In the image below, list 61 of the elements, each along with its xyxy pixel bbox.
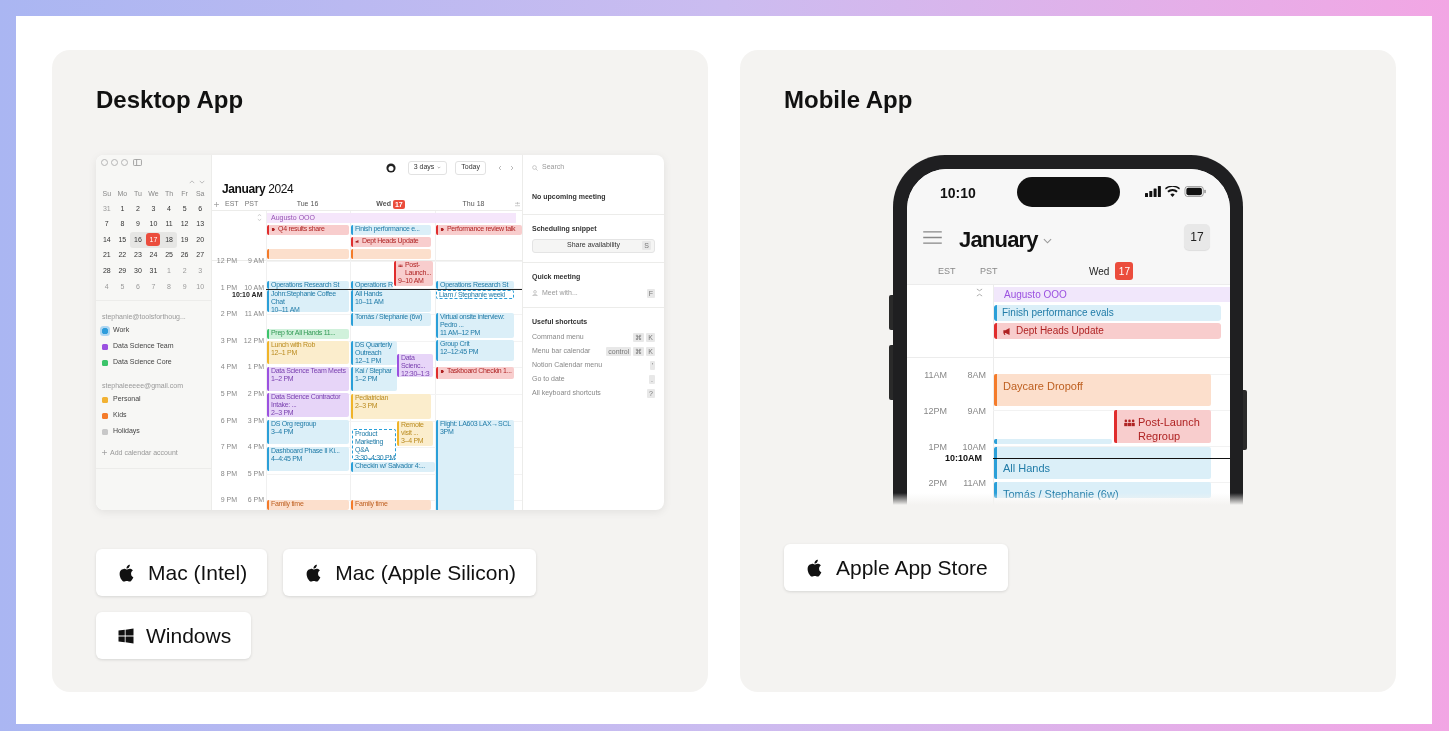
collapse-icon [976, 288, 983, 297]
avatar-icon [385, 162, 396, 173]
month-title[interactable]: January [959, 223, 1038, 256]
time-label: 11AM [962, 478, 986, 488]
event-title: Finish performance evals [1001, 306, 1114, 320]
collapse-icon [257, 214, 262, 221]
year-title: 2024 [268, 181, 294, 198]
sidebar-toggle-icon [133, 159, 142, 166]
timezone-label: EST [938, 265, 956, 278]
caret-icon [1042, 238, 1052, 244]
download-button[interactable]: Mac (Intel) [96, 549, 268, 596]
event-title: Post-Launch Regroup [1123, 415, 1205, 443]
event-title: Dept Heads Update [997, 323, 1104, 339]
megaphone-icon [355, 238, 360, 244]
card-title: Desktop App [96, 88, 245, 112]
plus-icon [214, 201, 219, 207]
calendar-color-square[interactable] [102, 343, 108, 350]
tag-icon [440, 368, 445, 374]
signal-icon [1145, 186, 1161, 197]
wifi-icon [1165, 186, 1180, 197]
time-label: 12PM [922, 406, 947, 416]
chevron-up-icon [189, 180, 195, 184]
people-icon [398, 262, 403, 268]
time-label: 1PM [927, 442, 947, 452]
event-title: Daycare Dropoff [1003, 379, 1083, 393]
chevron-down-icon [199, 180, 205, 184]
next-icon [510, 164, 514, 171]
time-label: 9AM [966, 406, 986, 416]
time-label: 2PM [927, 478, 947, 488]
today-button[interactable]: 17 [1184, 224, 1210, 250]
plus-icon [102, 450, 107, 456]
menu-icon [923, 231, 942, 244]
event-title: All Hands [1003, 461, 1051, 475]
person-icon [532, 290, 538, 297]
time-label: 11AM [923, 370, 947, 380]
download-button[interactable]: Apple App Store [784, 544, 1008, 591]
current-time-label: 10:10AM [945, 453, 982, 463]
previous-icon [498, 164, 502, 171]
time-label: 8AM [966, 370, 986, 380]
calendar-color-square[interactable] [102, 327, 108, 334]
battery-icon [1184, 186, 1207, 197]
expand-icon [515, 201, 520, 207]
month-title: January [222, 181, 266, 198]
event-title: Tomás / Stephanie (6w) [1003, 487, 1119, 501]
download-button[interactable]: Windows [96, 612, 252, 659]
status-time: 10:10 [940, 184, 976, 203]
day-label: Wed [1089, 264, 1110, 279]
tag-icon [271, 226, 276, 232]
event-title: Augusto OOO [1004, 288, 1067, 302]
tag-icon [440, 226, 445, 232]
card-title: Mobile App [784, 88, 914, 112]
calendar-color-square[interactable] [102, 428, 108, 435]
search-icon [532, 164, 538, 171]
date-badge: 17 [1115, 262, 1134, 280]
timezone-label: PST [980, 265, 998, 278]
megaphone-icon [1002, 325, 1013, 337]
calendar-color-square[interactable] [102, 359, 108, 366]
time-label: 10AM [961, 442, 986, 452]
calendar-color-square[interactable] [102, 396, 108, 403]
download-button[interactable]: Mac (Apple Silicon) [283, 549, 537, 596]
calendar-color-square[interactable] [102, 412, 108, 419]
